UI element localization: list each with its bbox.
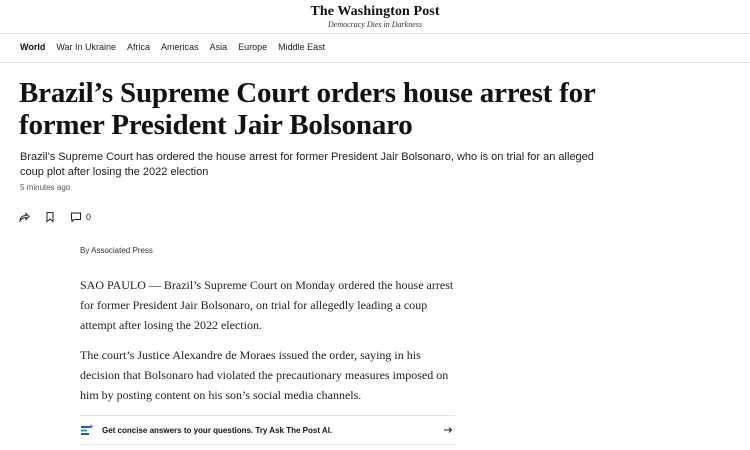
nav-item-americas[interactable]: Americas	[161, 42, 199, 52]
article-actions: 0	[18, 210, 105, 224]
bookmark-button[interactable]	[44, 211, 56, 223]
article-page: The Washington Post Democracy Dies in Da…	[0, 0, 750, 450]
article-dek: Brazil’s Supreme Court has ordered the h…	[20, 151, 594, 178]
comment-count: 0	[86, 212, 92, 222]
ask-ai-label: Get concise answers to your questions. T…	[102, 425, 333, 435]
share-button[interactable]	[18, 211, 30, 223]
nav-item-war-in-ukraine[interactable]: War In Ukraine	[56, 42, 116, 52]
article-timestamp: 5 minutes ago	[20, 183, 71, 192]
nav-item-africa[interactable]: Africa	[127, 42, 150, 52]
masthead-divider	[0, 33, 750, 34]
share-icon	[18, 211, 30, 223]
article-paragraph: SAO PAULO — Brazil’s Supreme Court on Mo…	[80, 278, 454, 332]
comment-icon	[70, 211, 82, 223]
nav-divider	[0, 62, 750, 63]
ask-the-post-ai-banner[interactable]: Get concise answers to your questions. T…	[80, 415, 455, 445]
bookmark-icon	[44, 211, 56, 223]
article-headline: Brazil’s Supreme Court orders house arre…	[19, 77, 596, 141]
masthead: The Washington Post Democracy Dies in Da…	[0, 0, 750, 33]
ask-ai-icon	[80, 423, 94, 437]
nav-item-asia[interactable]: Asia	[210, 42, 228, 52]
nav-item-europe[interactable]: Europe	[238, 42, 267, 52]
article-byline: By Associated Press	[80, 246, 153, 255]
section-nav: World War In Ukraine Africa Americas Asi…	[20, 40, 336, 54]
article-paragraph: The court’s Justice Alexandre de Moraes …	[80, 348, 449, 402]
site-tagline: Democracy Dies in Darkness	[328, 20, 422, 29]
comments-button[interactable]: 0	[70, 211, 91, 223]
site-logo[interactable]: The Washington Post	[0, 4, 750, 20]
arrow-right-icon	[443, 425, 453, 435]
nav-item-world[interactable]: World	[20, 42, 45, 52]
nav-item-middle-east[interactable]: Middle East	[278, 42, 325, 52]
